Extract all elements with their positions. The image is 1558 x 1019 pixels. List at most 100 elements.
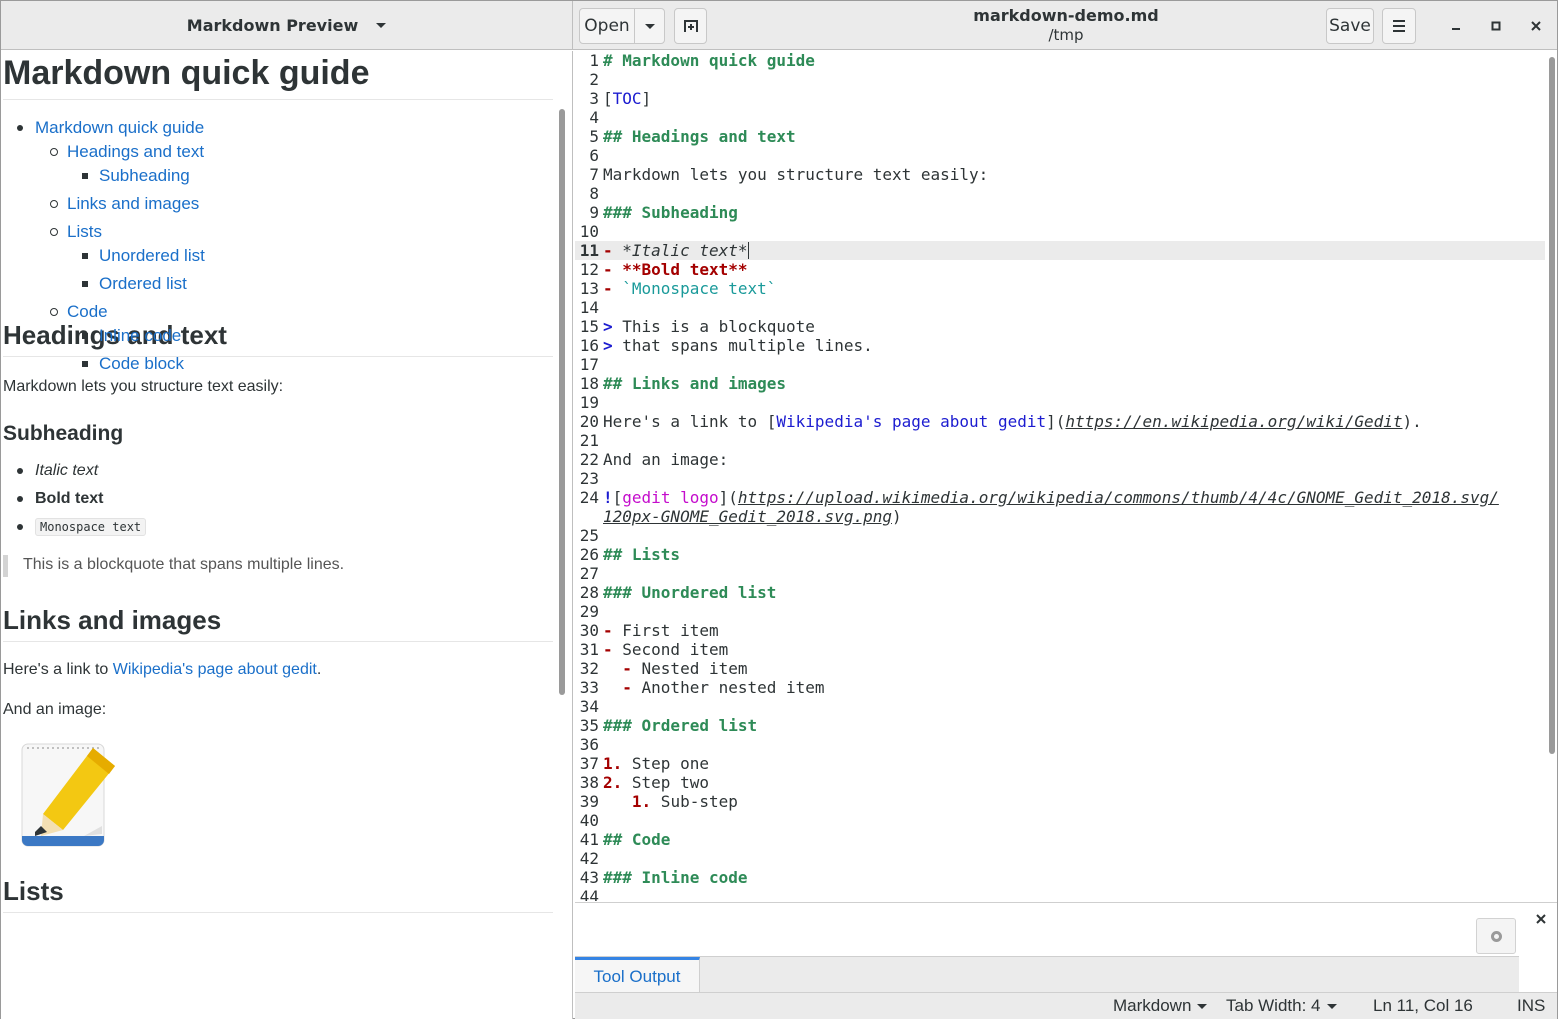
text: Second item bbox=[622, 640, 729, 659]
code-line: ![gedit logo](https://upload.wikimedia.o… bbox=[603, 488, 1499, 507]
code-line: Markdown lets you structure text easily: bbox=[603, 165, 988, 184]
line-number: 5 bbox=[589, 127, 599, 146]
code-line-current: - *Italic text* bbox=[603, 241, 749, 260]
editor-scrollbar[interactable] bbox=[1549, 57, 1555, 754]
toc-link-guide[interactable]: Markdown quick guide bbox=[35, 118, 204, 137]
text: ). bbox=[1402, 412, 1422, 431]
emphasis-syntax: *Italic text* bbox=[622, 241, 748, 260]
url-syntax: https://upload.wikimedia.org/wikipedia/c… bbox=[737, 488, 1499, 507]
line-number: 35 bbox=[579, 716, 599, 735]
text: Step two bbox=[622, 773, 709, 792]
line-number: 22 bbox=[579, 450, 599, 469]
side-panel-selector[interactable]: Markdown Preview bbox=[1, 1, 573, 50]
cursor-position[interactable]: Ln 11, Col 16 bbox=[1373, 996, 1473, 1016]
close-button[interactable] bbox=[1521, 11, 1551, 41]
text: Here's a link to bbox=[3, 661, 113, 678]
insert-mode: INS bbox=[1517, 996, 1545, 1016]
language-selector[interactable]: Markdown bbox=[1113, 996, 1208, 1016]
save-button[interactable]: Save bbox=[1326, 8, 1374, 44]
menu-button[interactable] bbox=[1382, 8, 1416, 44]
gedit-logo-image bbox=[21, 740, 115, 850]
list-item: Italic text bbox=[17, 461, 553, 489]
close-icon bbox=[1536, 914, 1546, 924]
new-tab-button[interactable] bbox=[674, 8, 707, 44]
toc-sublist: Subheading bbox=[67, 166, 553, 194]
toc-item: Markdown quick guide Headings and text S… bbox=[17, 118, 553, 373]
tab-tool-output[interactable]: Tool Output bbox=[575, 957, 700, 994]
code-line: ## Lists bbox=[603, 545, 680, 564]
minimize-button[interactable] bbox=[1441, 11, 1471, 41]
toc-link-ordered[interactable]: Ordered list bbox=[99, 274, 187, 293]
insert-mode-label: INS bbox=[1517, 996, 1546, 1015]
toc-link-unordered[interactable]: Unordered list bbox=[99, 246, 205, 265]
text: ]( bbox=[1046, 412, 1066, 431]
stop-tool-button[interactable] bbox=[1476, 918, 1516, 954]
code-line: ## Code bbox=[603, 830, 670, 849]
line-number: 33 bbox=[579, 678, 599, 697]
line-number: 41 bbox=[579, 830, 599, 849]
line-number: 34 bbox=[579, 697, 599, 716]
code-line: ### Ordered list bbox=[603, 716, 757, 735]
toc-link-code[interactable]: Code bbox=[67, 302, 108, 321]
tab-width-label: Tab Width: 4 bbox=[1226, 996, 1321, 1015]
code-line: 1. Sub-step bbox=[603, 792, 738, 811]
line-number: 32 bbox=[579, 659, 599, 678]
close-panel-button[interactable] bbox=[1529, 907, 1553, 931]
line-number: 16 bbox=[579, 336, 599, 355]
open-button[interactable]: Open bbox=[579, 8, 635, 44]
list-marker: - bbox=[603, 621, 623, 640]
heading-syntax: ### Subheading bbox=[603, 203, 738, 222]
tab-width-selector[interactable]: Tab Width: 4 bbox=[1226, 996, 1337, 1016]
line-number: 36 bbox=[579, 735, 599, 754]
toc-link-headings[interactable]: Headings and text bbox=[67, 142, 204, 161]
stop-icon bbox=[1490, 930, 1502, 942]
heading-syntax: ## Lists bbox=[603, 545, 681, 564]
toc-link-block[interactable]: Code block bbox=[99, 354, 184, 373]
bottom-panel-tabs: Tool Output bbox=[575, 956, 1519, 994]
list-marker: - bbox=[603, 659, 642, 678]
line-number: 14 bbox=[579, 298, 599, 317]
open-recent-button[interactable] bbox=[634, 8, 665, 44]
text: This is a blockquote bbox=[622, 317, 815, 336]
toc-item: Inline code bbox=[82, 326, 553, 354]
toc-link-lists[interactable]: Lists bbox=[67, 222, 102, 241]
code-line: Here's a link to [Wikipedia's page about… bbox=[603, 412, 1422, 431]
preview-scrollbar[interactable] bbox=[559, 109, 565, 695]
preview-link-paragraph: Here's a link to Wikipedia's page about … bbox=[3, 660, 553, 680]
list-marker: - bbox=[603, 678, 642, 697]
code-syntax: `Monospace text` bbox=[622, 279, 777, 298]
text: Another nested item bbox=[641, 678, 825, 697]
wikipedia-link[interactable]: Wikipedia's page about gedit bbox=[113, 661, 317, 678]
toc-link-inline[interactable]: Inline code bbox=[99, 326, 181, 345]
line-number: 1 bbox=[589, 51, 599, 70]
file-path: /tmp bbox=[1048, 26, 1084, 44]
list-marker: - bbox=[603, 241, 623, 260]
toc-link-links[interactable]: Links and images bbox=[67, 194, 199, 213]
line-number: 30 bbox=[579, 621, 599, 640]
line-number: 27 bbox=[579, 564, 599, 583]
code-line: - `Monospace text` bbox=[603, 279, 776, 298]
toc-sublist: Unordered list Ordered list bbox=[67, 246, 553, 302]
line-number: 42 bbox=[579, 849, 599, 868]
line-number: 25 bbox=[579, 526, 599, 545]
code-line: ## Headings and text bbox=[603, 127, 796, 146]
line-number: 38 bbox=[579, 773, 599, 792]
list-marker: - bbox=[603, 260, 623, 279]
maximize-button[interactable] bbox=[1481, 11, 1511, 41]
text-editor[interactable]: 1 2 3 4 5 6 7 8 9 10 11 12 13 14 15 16 17 18 19 20 21 22 23 24 2… bbox=[575, 51, 1545, 901]
list-item: Bold text bbox=[17, 489, 553, 517]
image-marker: ! bbox=[603, 488, 613, 507]
line-number: 43 bbox=[579, 868, 599, 887]
text: Nested item bbox=[641, 659, 748, 678]
line-number: 6 bbox=[589, 146, 599, 165]
text: Here's a link to [ bbox=[603, 412, 777, 431]
new-tab-icon bbox=[683, 20, 698, 32]
preview-heading-links: Links and images bbox=[3, 605, 553, 642]
code-line: - Second item bbox=[603, 640, 728, 659]
text: Step one bbox=[622, 754, 709, 773]
toc-link-subheading[interactable]: Subheading bbox=[99, 166, 190, 185]
text: Markdown lets you structure text easily: bbox=[603, 165, 989, 184]
blockquote-marker: > bbox=[603, 336, 623, 355]
preview-list: Italic text Bold text Monospace text bbox=[17, 461, 553, 545]
line-number: 31 bbox=[579, 640, 599, 659]
